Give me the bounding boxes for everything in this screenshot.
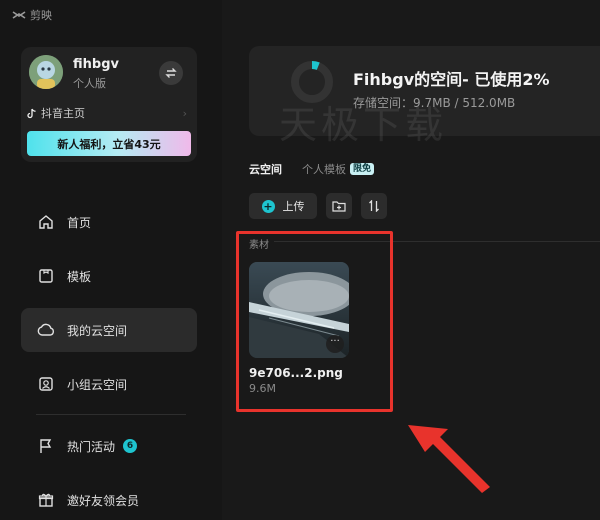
sidebar-item-label: 首页 [67,215,92,230]
arrow-pointer-icon [408,425,490,493]
sidebar-item-my-cloud[interactable]: 我的云空间 [21,308,197,352]
highlight-box [236,231,393,412]
douyin-home-link[interactable]: 抖音主页 › [27,105,187,121]
sidebar-item-home[interactable]: 首页 [21,200,197,244]
watermark: 天极下载 [279,103,448,147]
sort-icon [369,200,379,212]
tab-personal-templates-label: 个人模板 [302,163,346,176]
toolbar: + 上传 [249,193,387,219]
plan-label: 个人版 [73,77,106,90]
nav-divider [36,414,186,415]
sidebar-item-team-cloud[interactable]: 小组云空间 [21,362,197,406]
hot-events-badge: 6 [123,439,138,453]
profile-card: fihbgv 个人版 抖音主页 › 新人福利，立省43元 [21,47,197,162]
storage-card: Fihbgv的空间- 已使用2% 存储空间：9.7MB / 512.0MB 天极… [249,46,600,147]
space-title: Fihbgv的空间- 已使用2% [353,70,550,89]
flag-icon [37,437,55,455]
chevron-right-icon: › [182,106,187,120]
app-brand: 剪映 [12,7,52,23]
sidebar-item-label: 小组云空间 [67,377,128,392]
username: fihbgv [73,57,119,72]
swap-icon [165,68,177,78]
cloud-tabs: 云空间 个人模板 限免 [249,160,375,178]
avatar[interactable] [29,55,63,89]
new-folder-icon [332,201,346,212]
sidebar-item-invite[interactable]: 邀好友领会员 [21,478,197,520]
new-folder-button[interactable] [326,193,352,219]
sidebar-item-templates[interactable]: 模板 [21,254,197,298]
sidebar-item-label: 模板 [67,269,92,284]
gift-icon [37,491,55,509]
sort-button[interactable] [361,193,387,219]
sidebar-item-label: 邀好友领会员 [67,493,140,508]
tab-personal-templates[interactable]: 个人模板 限免 [302,161,375,177]
switch-account-button[interactable] [159,61,183,85]
sidebar-item-hot-events[interactable]: 热门活动 6 [21,424,197,468]
capcut-logo-icon [12,11,26,19]
promo-banner[interactable]: 新人福利，立省43元 [27,131,191,156]
tab-cloud-space[interactable]: 云空间 [249,161,282,177]
team-cloud-icon [37,375,55,393]
sidebar-item-label: 热门活动 [67,439,116,454]
sidebar: 剪映 fihbgv 个人版 抖音主页 › 新人福利，立省43元 首页 模板 我的… [0,0,222,520]
cloud-icon [37,321,55,339]
template-icon [37,267,55,285]
upload-button[interactable]: + 上传 [249,193,317,219]
sidebar-item-label: 我的云空间 [67,323,128,338]
plus-icon: + [261,199,275,213]
avatar-image [29,55,63,89]
free-tag: 限免 [350,163,375,175]
home-icon [37,213,55,231]
douyin-home-label: 抖音主页 [41,107,85,120]
upload-label: 上传 [282,200,305,213]
app-brand-label: 剪映 [30,9,52,22]
tiktok-icon [27,108,36,118]
